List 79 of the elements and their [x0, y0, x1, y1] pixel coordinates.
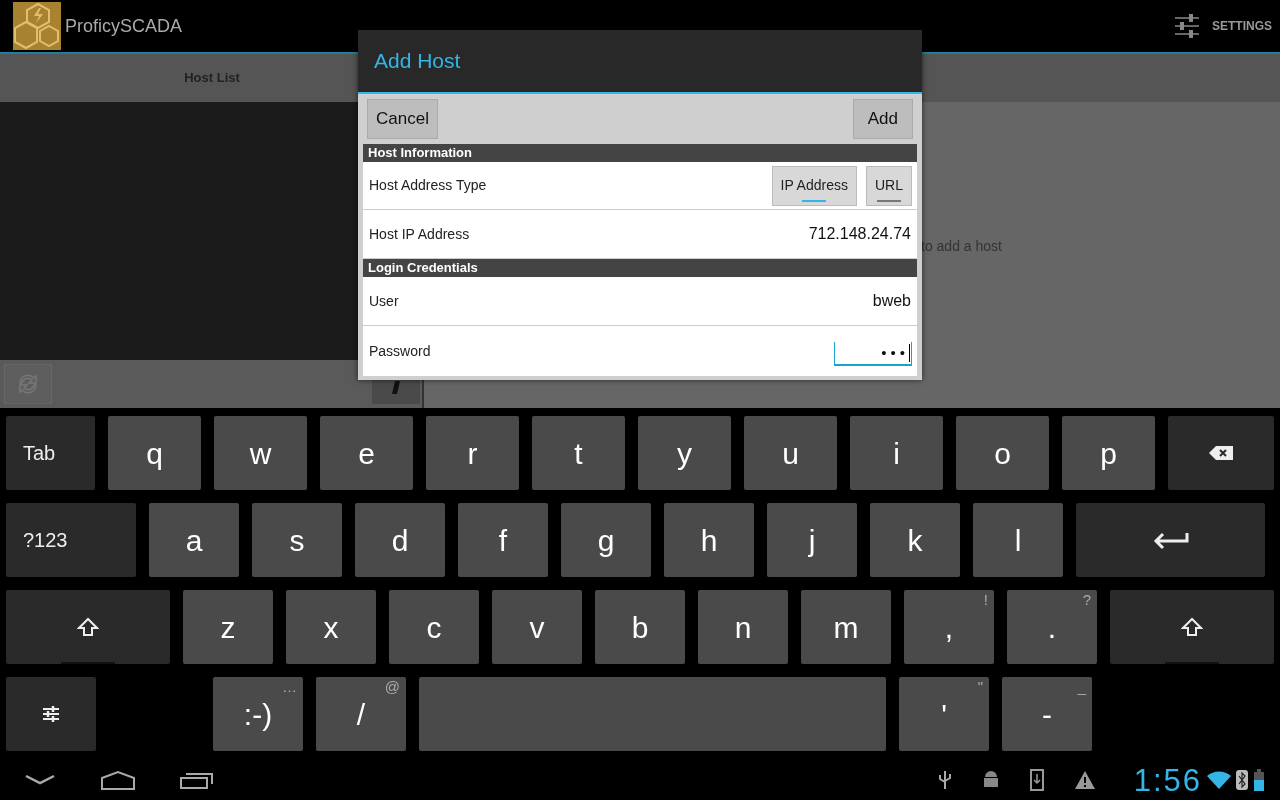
keyboard-key[interactable]: b — [595, 590, 685, 664]
bluetooth-icon — [1236, 770, 1248, 790]
keyboard-key[interactable]: m — [801, 590, 891, 664]
keyboard-key[interactable]: c — [389, 590, 479, 664]
row-value[interactable]: 712.148.24.74 — [808, 222, 911, 246]
key-hint: ! — [983, 590, 988, 610]
keyboard-key[interactable]: n — [698, 590, 788, 664]
key-hint: " — [977, 677, 983, 697]
home-button[interactable] — [100, 770, 136, 790]
tab-key[interactable]: Tab — [6, 416, 95, 490]
keyboard-key[interactable]: u — [744, 416, 837, 490]
keyboard-key[interactable]: l — [973, 503, 1063, 577]
keyboard-key[interactable]: j — [767, 503, 857, 577]
keyboard-key[interactable]: v — [492, 590, 582, 664]
warning-icon — [1073, 770, 1096, 790]
back-button[interactable] — [24, 774, 56, 786]
clock: 1:56 — [1133, 764, 1202, 796]
row-value[interactable]: bweb — [872, 289, 911, 313]
backspace-icon — [1208, 445, 1234, 461]
keyboard-key[interactable]: h — [664, 503, 754, 577]
row-label: Host Address Type — [369, 176, 487, 195]
address-type-toggle[interactable]: IP Address — [771, 165, 857, 206]
keyboard-key[interactable]: g — [561, 503, 651, 577]
key-hint: _ — [1077, 677, 1086, 697]
battery-icon — [1254, 769, 1264, 791]
keyboard-key[interactable]: d — [355, 503, 445, 577]
keyboard-key[interactable]: p — [1062, 416, 1155, 490]
key-hint: ? — [1082, 590, 1091, 610]
android-robot-icon — [981, 770, 1000, 790]
keyboard-key[interactable]: k — [870, 503, 960, 577]
keyboard-key[interactable]: e — [320, 416, 413, 490]
sliders-icon — [1174, 14, 1200, 38]
section-header: Login Credentials — [363, 259, 917, 277]
shift-arrow-icon — [1181, 617, 1203, 637]
keyboard-key[interactable]: :-) … — [213, 677, 303, 751]
keyboard-key[interactable]: y — [638, 416, 731, 490]
keyboard-key[interactable]: - _ — [1002, 677, 1092, 751]
keyboard-key[interactable]: o — [956, 416, 1049, 490]
password-field[interactable]: ••• — [834, 342, 912, 366]
add-button[interactable]: Add — [852, 99, 913, 139]
cancel-button[interactable]: Cancel — [367, 99, 438, 139]
shift-arrow-icon — [77, 617, 99, 637]
keyboard-key[interactable]: . ? — [1007, 590, 1097, 664]
key-hint: … — [282, 677, 297, 697]
keyboard-key[interactable]: f — [458, 503, 548, 577]
keyboard-key[interactable]: s — [252, 503, 342, 577]
keyboard-key[interactable]: z — [183, 590, 273, 664]
sliders-icon — [42, 705, 60, 723]
wifi-icon — [1206, 770, 1232, 790]
keyboard-key[interactable]: t — [532, 416, 625, 490]
settings-key[interactable] — [6, 677, 96, 751]
address-type-toggle[interactable]: URL — [866, 165, 912, 206]
app-title: ProficySCADA — [65, 14, 183, 38]
home-icon — [100, 770, 136, 790]
download-icon — [1029, 769, 1044, 791]
key-hint: @ — [384, 677, 400, 697]
keyboard-key[interactable]: i — [850, 416, 943, 490]
keyboard-key[interactable]: ' " — [899, 677, 989, 751]
enter-arrow-icon — [1152, 531, 1189, 549]
app-logo-icon — [13, 2, 61, 50]
keyboard-key[interactable]: w — [214, 416, 307, 490]
settings-button[interactable]: SETTINGS — [1174, 14, 1272, 38]
refresh-button[interactable] — [4, 364, 52, 404]
row-label: Host IP Address — [369, 224, 470, 244]
keyboard-key[interactable]: a — [149, 503, 239, 577]
symbols-key[interactable]: ?123 — [6, 503, 136, 577]
backspace-key[interactable] — [1168, 416, 1274, 490]
keyboard-key[interactable]: / @ — [316, 677, 406, 751]
keyboard-key[interactable]: , ! — [904, 590, 994, 664]
chevron-down-icon — [24, 774, 56, 786]
keyboard-key[interactable]: q — [108, 416, 201, 490]
keyboard-key[interactable]: r — [426, 416, 519, 490]
row-label: Password — [369, 341, 431, 361]
recent-apps-button[interactable] — [180, 771, 214, 789]
usb-icon — [937, 770, 952, 790]
section-header: Host Information — [363, 144, 917, 162]
keyboard-key[interactable]: x — [286, 590, 376, 664]
row-label: User — [369, 291, 399, 311]
recent-apps-icon — [180, 771, 214, 789]
